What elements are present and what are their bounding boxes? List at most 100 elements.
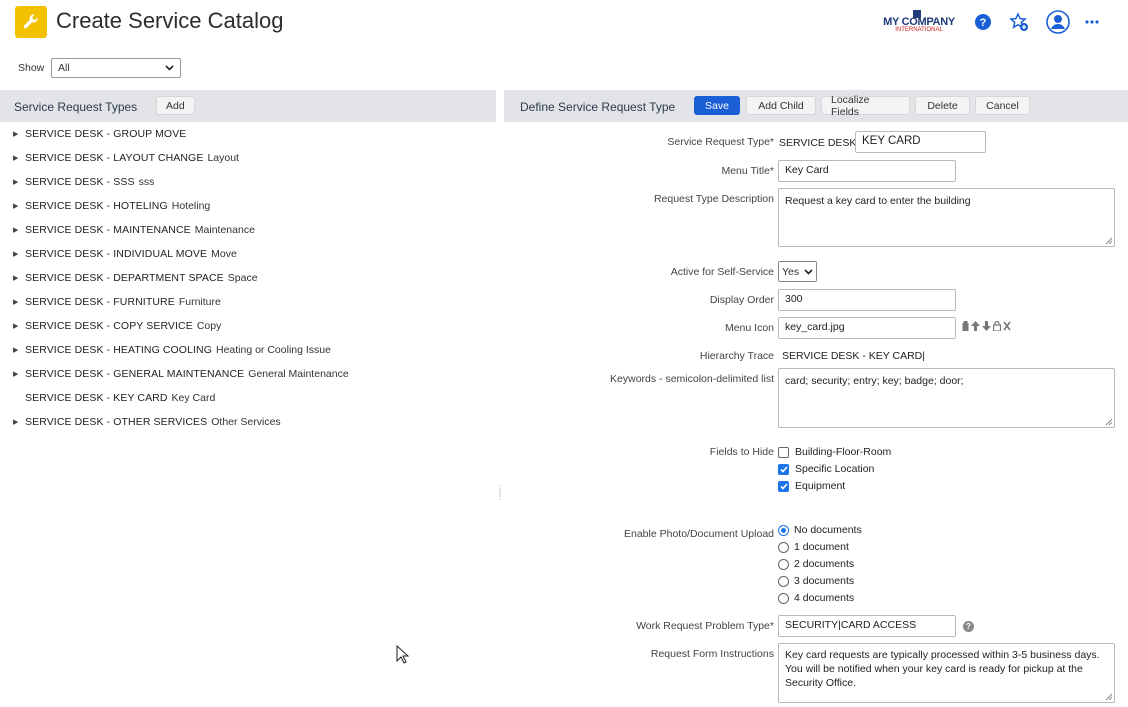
delete-x-icon[interactable] xyxy=(1003,321,1011,331)
expand-arrow-icon[interactable]: ▶ xyxy=(13,178,25,186)
expand-arrow-icon[interactable]: ▶ xyxy=(13,274,25,282)
radio-icon[interactable] xyxy=(778,558,789,570)
display-order-label: Display Order xyxy=(709,294,774,306)
radio-icon[interactable] xyxy=(778,541,789,553)
tree-item[interactable]: ▶ SERVICE DESK - GENERAL MAINTENANCE Gener… xyxy=(13,366,349,382)
expand-arrow-icon[interactable]: ▶ xyxy=(13,130,25,138)
expand-arrow-icon[interactable]: ▶ xyxy=(13,346,25,354)
fields-to-hide-option[interactable]: Building-Floor-Room xyxy=(778,444,891,460)
tree-item[interactable]: ▶ SERVICE DESK - MAINTENANCE Maintenance xyxy=(13,222,255,238)
expand-arrow-icon[interactable]: ▶ xyxy=(13,418,25,426)
expand-arrow-icon[interactable]: ▶ xyxy=(13,370,25,378)
service-request-type-input[interactable]: KEY CARD xyxy=(855,131,986,153)
service-request-type-prefix: SERVICE DESK - xyxy=(779,137,863,149)
photo-upload-option[interactable]: 3 documents xyxy=(778,573,854,589)
localize-fields-button[interactable]: Localize Fields xyxy=(821,94,910,118)
tree-item-subtitle: Key Card xyxy=(171,392,216,404)
tree-item-name: SERVICE DESK - DEPARTMENT SPACE xyxy=(25,272,224,284)
tree-item-subtitle: Maintenance xyxy=(194,224,255,236)
panel-splitter-handle[interactable]: ⋮ ⋮ ⋮ xyxy=(496,485,504,505)
add-child-button[interactable]: Add Child xyxy=(746,96,816,115)
fields-to-hide-option[interactable]: Specific Location xyxy=(778,461,874,477)
tree-item[interactable]: SERVICE DESK - KEY CARD Key Card xyxy=(13,390,215,406)
expand-arrow-icon[interactable]: ▶ xyxy=(13,322,25,330)
radio-icon[interactable] xyxy=(778,592,789,604)
hierarchy-trace-label: Hierarchy Trace xyxy=(699,350,774,362)
tree-item-subtitle: Move xyxy=(211,248,237,260)
tree-item-name: SERVICE DESK - LAYOUT CHANGE xyxy=(25,152,204,164)
expand-arrow-icon[interactable]: ▶ xyxy=(13,154,25,162)
tree-item[interactable]: ▶ SERVICE DESK - INDIVIDUAL MOVE Move xyxy=(13,246,237,262)
tree-item-subtitle: General Maintenance xyxy=(248,368,349,380)
keywords-textarea[interactable]: card; security; entry; key; badge; door; xyxy=(778,368,1115,428)
description-textarea[interactable]: Request a key card to enter the building xyxy=(778,188,1115,247)
resize-grip-icon xyxy=(1105,237,1113,245)
fields-to-hide-option[interactable]: Equipment xyxy=(778,478,845,494)
display-order-input[interactable]: 300 xyxy=(778,289,956,311)
help-icon[interactable]: ? xyxy=(971,10,995,34)
radio-label: 2 documents xyxy=(794,558,855,570)
radio-selected-icon[interactable] xyxy=(778,524,789,536)
tree-item-subtitle: Furniture xyxy=(178,296,221,308)
logo-mark-icon xyxy=(913,10,921,18)
checkbox-label: Equipment xyxy=(795,480,846,492)
tree-item-name: SERVICE DESK - GENERAL MAINTENANCE xyxy=(25,368,245,380)
photo-upload-option[interactable]: 4 documents xyxy=(778,590,854,606)
keywords-label: Keywords - semicolon-delimited list xyxy=(610,373,774,385)
upload-icon[interactable] xyxy=(971,321,980,331)
checkbox-checked-icon[interactable] xyxy=(778,480,789,492)
show-filter-value: All xyxy=(58,62,70,74)
resize-grip-icon xyxy=(1105,418,1113,426)
problem-type-input[interactable]: SECURITY|CARD ACCESS xyxy=(778,615,956,637)
cancel-button[interactable]: Cancel xyxy=(975,96,1030,115)
tree-item-name: SERVICE DESK - INDIVIDUAL MOVE xyxy=(25,248,208,260)
tree-item[interactable]: ▶ SERVICE DESK - HEATING COOLING Heating o… xyxy=(13,342,331,358)
tree-item[interactable]: ▶ SERVICE DESK - LAYOUT CHANGE Layout xyxy=(13,150,239,166)
photo-upload-option[interactable]: 2 documents xyxy=(778,556,854,572)
photo-upload-option[interactable]: 1 document xyxy=(778,539,849,555)
show-filter-select[interactable]: All xyxy=(51,58,181,78)
tree-item[interactable]: ▶ SERVICE DESK - HOTELING Hoteling xyxy=(13,198,210,214)
left-panel-title: Service Request Types xyxy=(14,100,138,114)
service-request-type-label: Service Request Type* xyxy=(667,136,774,148)
chevron-down-icon xyxy=(165,65,174,71)
instructions-textarea[interactable]: Key card requests are typically processe… xyxy=(778,643,1115,703)
menu-title-input[interactable]: Key Card xyxy=(778,160,956,182)
tree-item-subtitle: Layout xyxy=(207,152,239,164)
user-avatar-icon[interactable] xyxy=(1046,10,1070,34)
expand-arrow-icon[interactable]: ▶ xyxy=(13,226,25,234)
hierarchy-trace-value: SERVICE DESK - KEY CARD| xyxy=(782,350,925,362)
checkbox-checked-icon[interactable] xyxy=(778,463,789,475)
document-icon[interactable] xyxy=(962,321,969,331)
add-request-type-button[interactable]: Add xyxy=(156,96,195,115)
tree-item[interactable]: ▶ SERVICE DESK - SSS sss xyxy=(13,174,154,190)
checkbox-icon[interactable] xyxy=(778,446,789,458)
tree-item[interactable]: ▶ SERVICE DESK - DEPARTMENT SPACE Space xyxy=(13,270,258,286)
tree-item[interactable]: ▶ SERVICE DESK - OTHER SERVICES Other Serv… xyxy=(13,414,281,430)
photo-upload-option[interactable]: No documents xyxy=(778,522,862,538)
expand-arrow-icon[interactable]: ▶ xyxy=(13,298,25,306)
active-self-service-select[interactable]: Yes xyxy=(778,261,817,282)
tree-item[interactable]: ▶ SERVICE DESK - GROUP MOVE xyxy=(13,126,186,142)
download-icon[interactable] xyxy=(982,321,991,331)
problem-type-help-icon[interactable]: ? xyxy=(963,621,974,632)
tree-item[interactable]: ▶ SERVICE DESK - FURNITURE Furniture xyxy=(13,294,221,310)
resize-grip-icon xyxy=(1105,693,1113,701)
svg-text:?: ? xyxy=(980,17,987,29)
menu-icon-input[interactable]: key_card.jpg xyxy=(778,317,956,339)
more-icon[interactable] xyxy=(1080,10,1104,34)
favorite-add-icon[interactable] xyxy=(1007,10,1031,34)
tree-item-name: SERVICE DESK - KEY CARD xyxy=(25,392,168,404)
tree-item-subtitle: Heating or Cooling Issue xyxy=(215,344,331,356)
radio-icon[interactable] xyxy=(778,575,789,587)
save-button[interactable]: Save xyxy=(694,96,740,115)
lock-icon[interactable] xyxy=(993,321,1001,331)
expand-arrow-icon[interactable]: ▶ xyxy=(13,250,25,258)
tree-item-name: SERVICE DESK - FURNITURE xyxy=(25,296,175,308)
tree-item-name: SERVICE DESK - HOTELING xyxy=(25,200,168,212)
expand-arrow-icon[interactable]: ▶ xyxy=(13,202,25,210)
tree-item[interactable]: ▶ SERVICE DESK - COPY SERVICE Copy xyxy=(13,318,221,334)
delete-button[interactable]: Delete xyxy=(915,96,970,115)
tree-item-name: SERVICE DESK - SSS xyxy=(25,176,135,188)
tree-item-name: SERVICE DESK - COPY SERVICE xyxy=(25,320,193,332)
